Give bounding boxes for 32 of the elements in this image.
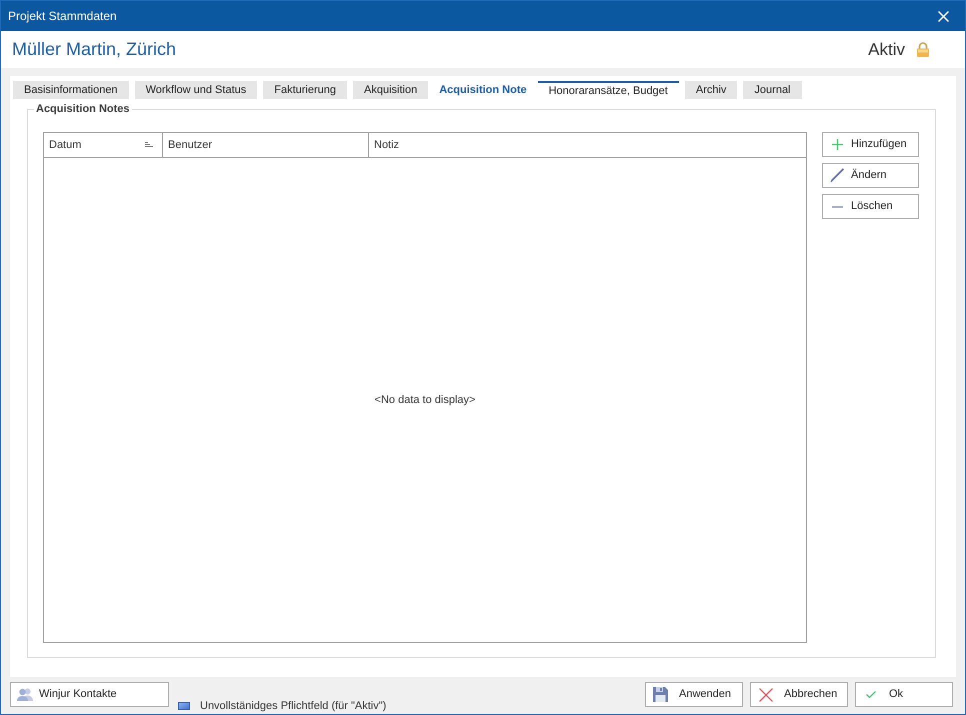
column-header[interactable]: Benutzer [163,133,369,157]
tab[interactable]: Akquisition [353,81,428,99]
status-label: Aktiv [868,38,905,61]
check-icon [866,691,876,698]
dialog-button[interactable]: Ok [855,682,953,707]
toolbar-button[interactable]: Ändern [822,163,919,188]
tab[interactable]: Basisinformationen [13,81,129,99]
empty-grid-message: <No data to display> [374,392,476,408]
toolbar-button[interactable]: Hinzufügen [822,132,919,157]
tab[interactable]: Archiv [684,81,738,99]
people-icon [17,688,33,701]
minus-icon [832,206,842,208]
dialog-button[interactable]: Abbrechen [750,682,848,707]
close-icon [938,10,948,22]
legend-swatch-icon [178,702,190,710]
tab[interactable]: Journal [743,81,802,99]
pen-icon [830,168,844,183]
plus-icon [832,139,842,150]
group-title: Acquisition Notes [34,103,132,116]
tab[interactable]: Fakturierung [263,81,348,99]
toolbar-button[interactable]: Löschen [822,194,919,219]
legend-text: Unvollstänidges Pflichtfeld (für "Aktiv") [200,699,386,714]
project-name: Müller Martin, Zürich [12,38,176,61]
contacts-button[interactable]: Winjur Kontakte [10,682,169,707]
tab[interactable]: Workflow und Status [134,81,258,99]
tab[interactable]: Honoraransätze, Budget [538,81,679,99]
column-header[interactable]: Datum [44,133,163,157]
close-button[interactable] [937,10,949,22]
column-header[interactable]: Notiz [369,133,806,157]
window-title: Projekt Stammdaten [8,8,117,25]
cross-icon [758,688,772,702]
dialog-button[interactable]: Anwenden [645,682,743,707]
